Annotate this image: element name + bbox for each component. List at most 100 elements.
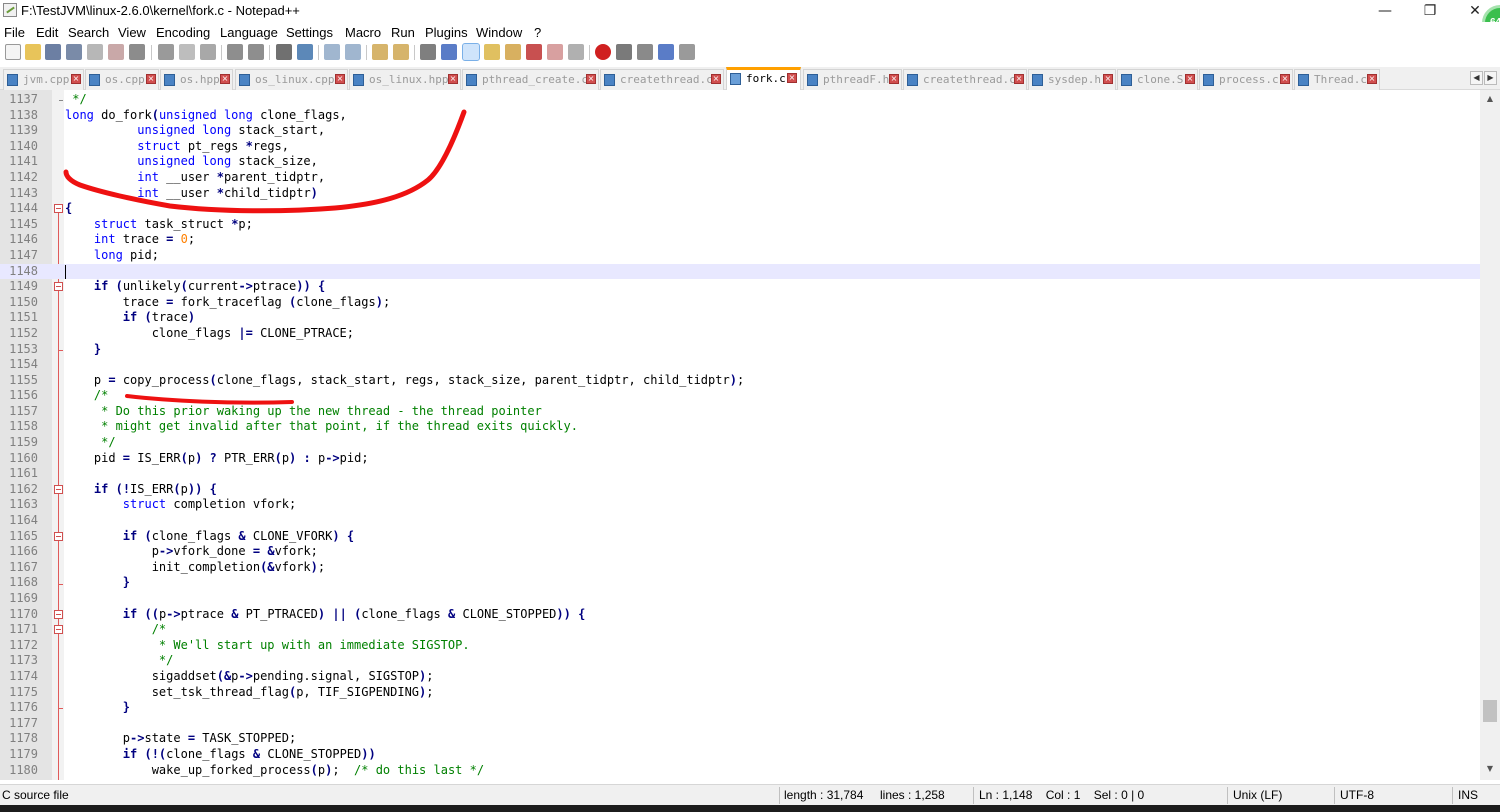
save-icon[interactable] (45, 44, 61, 60)
user-language-icon[interactable] (484, 44, 500, 60)
code-line[interactable]: 1163 struct completion vfork; (0, 497, 1480, 513)
code-line[interactable]: 1138 long do_fork(unsigned long clone_fla… (0, 108, 1480, 124)
play-macro-icon[interactable] (637, 44, 653, 60)
code-line[interactable]: 1157 * Do this prior waking up the new t… (0, 404, 1480, 420)
tab-jvm-cpp[interactable]: jvm.cpp × (3, 69, 84, 90)
copy-icon[interactable] (179, 44, 195, 60)
tab-close-icon[interactable]: × (889, 74, 899, 84)
print-icon[interactable] (129, 44, 145, 60)
code-line[interactable]: 1174 sigaddset(&p->pending.signal, SIGST… (0, 669, 1480, 685)
tab-pthread-create-c[interactable]: pthread_create.c × (462, 69, 599, 90)
fold-toggle-icon[interactable] (54, 282, 63, 292)
menu-edit[interactable]: Edit (36, 25, 58, 40)
code-line[interactable]: 1168 } (0, 575, 1480, 591)
fold-toggle-icon[interactable] (54, 485, 63, 494)
code-line[interactable]: 1176 } (0, 700, 1480, 716)
code-line[interactable]: 1179 if (!(clone_flags & CLONE_STOPPED)) (0, 747, 1480, 763)
tab-pthreadf-h[interactable]: pthreadF.h × (803, 69, 902, 90)
code-line[interactable]: 1141 unsigned long stack_size, (0, 154, 1480, 170)
code-line[interactable]: 1142 int __user *parent_tidptr, (0, 170, 1480, 186)
tab-process-c[interactable]: process.c × (1199, 69, 1293, 90)
code-line[interactable]: 1166 p->vfork_done = &vfork; (0, 544, 1480, 560)
code-line[interactable]: 1145 struct task_struct *p; (0, 217, 1480, 233)
tab-clone-s[interactable]: clone.S × (1117, 69, 1198, 90)
menu-help[interactable]: ? (534, 25, 541, 40)
tab-close-icon[interactable]: × (1280, 74, 1290, 84)
code-editor[interactable]: 1137 */1138 long do_fork(unsigned long cl… (0, 90, 1480, 780)
tab-os-cpp[interactable]: os.cpp × (85, 69, 159, 90)
code-line[interactable]: 1161 (0, 466, 1480, 482)
close-all-icon[interactable] (108, 44, 124, 60)
code-line[interactable]: 1158 * might get invalid after that poin… (0, 419, 1480, 435)
tab-close-icon[interactable]: × (711, 74, 721, 84)
replace-icon[interactable] (297, 44, 313, 60)
menu-view[interactable]: View (118, 25, 146, 40)
tab-fork-c[interactable]: fork.c × (726, 67, 801, 91)
code-line[interactable]: 1147 long pid; (0, 248, 1480, 264)
open-file-icon[interactable] (25, 44, 41, 60)
maximize-button[interactable]: ❐ (1407, 0, 1453, 22)
code-line[interactable]: 1146 int trace = 0; (0, 232, 1480, 248)
menu-search[interactable]: Search (68, 25, 109, 40)
tab-thread-c[interactable]: Thread.c × (1294, 69, 1380, 90)
word-wrap-icon[interactable] (420, 44, 436, 60)
tab-scroll-right-icon[interactable]: ▶ (1484, 71, 1497, 85)
code-line[interactable]: 1152 clone_flags |= CLONE_PTRACE; (0, 326, 1480, 342)
tab-close-icon[interactable]: × (1103, 74, 1113, 84)
menu-window[interactable]: Window (476, 25, 522, 40)
code-line[interactable]: 1170 if ((p->ptrace & PT_PTRACED) || (cl… (0, 607, 1480, 623)
code-line[interactable]: 1171 /* (0, 622, 1480, 638)
run-macro-multiple-icon[interactable] (658, 44, 674, 60)
code-line[interactable]: 1173 */ (0, 653, 1480, 669)
close-file-icon[interactable] (87, 44, 103, 60)
menu-language[interactable]: Language (220, 25, 278, 40)
menu-file[interactable]: File (4, 25, 25, 40)
zoom-in-icon[interactable] (324, 44, 340, 60)
save-all-icon[interactable] (66, 44, 82, 60)
tab-os-linux-cpp[interactable]: os_linux.cpp × (235, 69, 348, 90)
code-line[interactable]: 1139 unsigned long stack_start, (0, 123, 1480, 139)
code-line[interactable]: 1155 p = copy_process(clone_flags, stack… (0, 373, 1480, 389)
fold-toggle-icon[interactable] (54, 609, 63, 619)
code-line[interactable]: 1153 } (0, 342, 1480, 358)
vertical-scrollbar[interactable]: ▲ ▼ (1480, 90, 1500, 780)
tab-createthread-c[interactable]: createthread.c × (600, 69, 724, 90)
monitoring-icon[interactable] (568, 44, 584, 60)
tab-scroll-left-icon[interactable]: ◀ (1470, 71, 1483, 85)
tab-sysdep-h[interactable]: sysdep.h × (1028, 69, 1116, 90)
menu-run[interactable]: Run (391, 25, 415, 40)
tab-os-hpp[interactable]: os.hpp × (160, 69, 233, 90)
sync-vertical-icon[interactable] (372, 44, 388, 60)
code-line[interactable]: 1165 if (clone_flags & CLONE_VFORK) { (0, 529, 1480, 545)
code-line[interactable]: 1172 * We'll start up with an immediate … (0, 638, 1480, 654)
fold-toggle-icon[interactable] (54, 204, 63, 214)
scrollbar-thumb[interactable] (1483, 700, 1497, 722)
zoom-out-icon[interactable] (345, 44, 361, 60)
fold-toggle-icon[interactable] (54, 531, 63, 541)
undo-icon[interactable] (227, 44, 243, 60)
code-line[interactable]: 1159 */ (0, 435, 1480, 451)
tab-createthread-c-2[interactable]: createthread.c × (903, 69, 1027, 90)
code-line[interactable]: 1169 (0, 591, 1480, 607)
menu-encoding[interactable]: Encoding (156, 25, 210, 40)
paste-icon[interactable] (200, 44, 216, 60)
code-line[interactable]: 1164 (0, 513, 1480, 529)
code-line[interactable]: 1156 /* (0, 388, 1480, 404)
code-line[interactable]: 1140 struct pt_regs *regs, (0, 139, 1480, 155)
code-line[interactable]: 1167 init_completion(&vfork); (0, 560, 1480, 576)
tab-close-icon[interactable]: × (1014, 74, 1024, 84)
function-list-icon[interactable] (526, 44, 542, 60)
code-line[interactable]: 1149 if (unlikely(current->ptrace)) { (0, 279, 1480, 295)
menu-macro[interactable]: Macro (345, 25, 381, 40)
minimize-button[interactable]: — (1362, 0, 1408, 22)
folder-as-workspace-icon[interactable] (547, 44, 563, 60)
code-line[interactable]: 1143 int __user *child_tidptr) (0, 186, 1480, 202)
stop-macro-icon[interactable] (616, 44, 632, 60)
sync-horizontal-icon[interactable] (393, 44, 409, 60)
code-line[interactable]: 1144 { (0, 201, 1480, 217)
code-line[interactable]: 1154 (0, 357, 1480, 373)
code-line[interactable]: 1137 */ (0, 92, 1480, 108)
cut-icon[interactable] (158, 44, 174, 60)
tab-os-linux-hpp[interactable]: os_linux.hpp × (349, 69, 461, 90)
code-line[interactable]: 1180 wake_up_forked_process(p); /* do th… (0, 763, 1480, 779)
